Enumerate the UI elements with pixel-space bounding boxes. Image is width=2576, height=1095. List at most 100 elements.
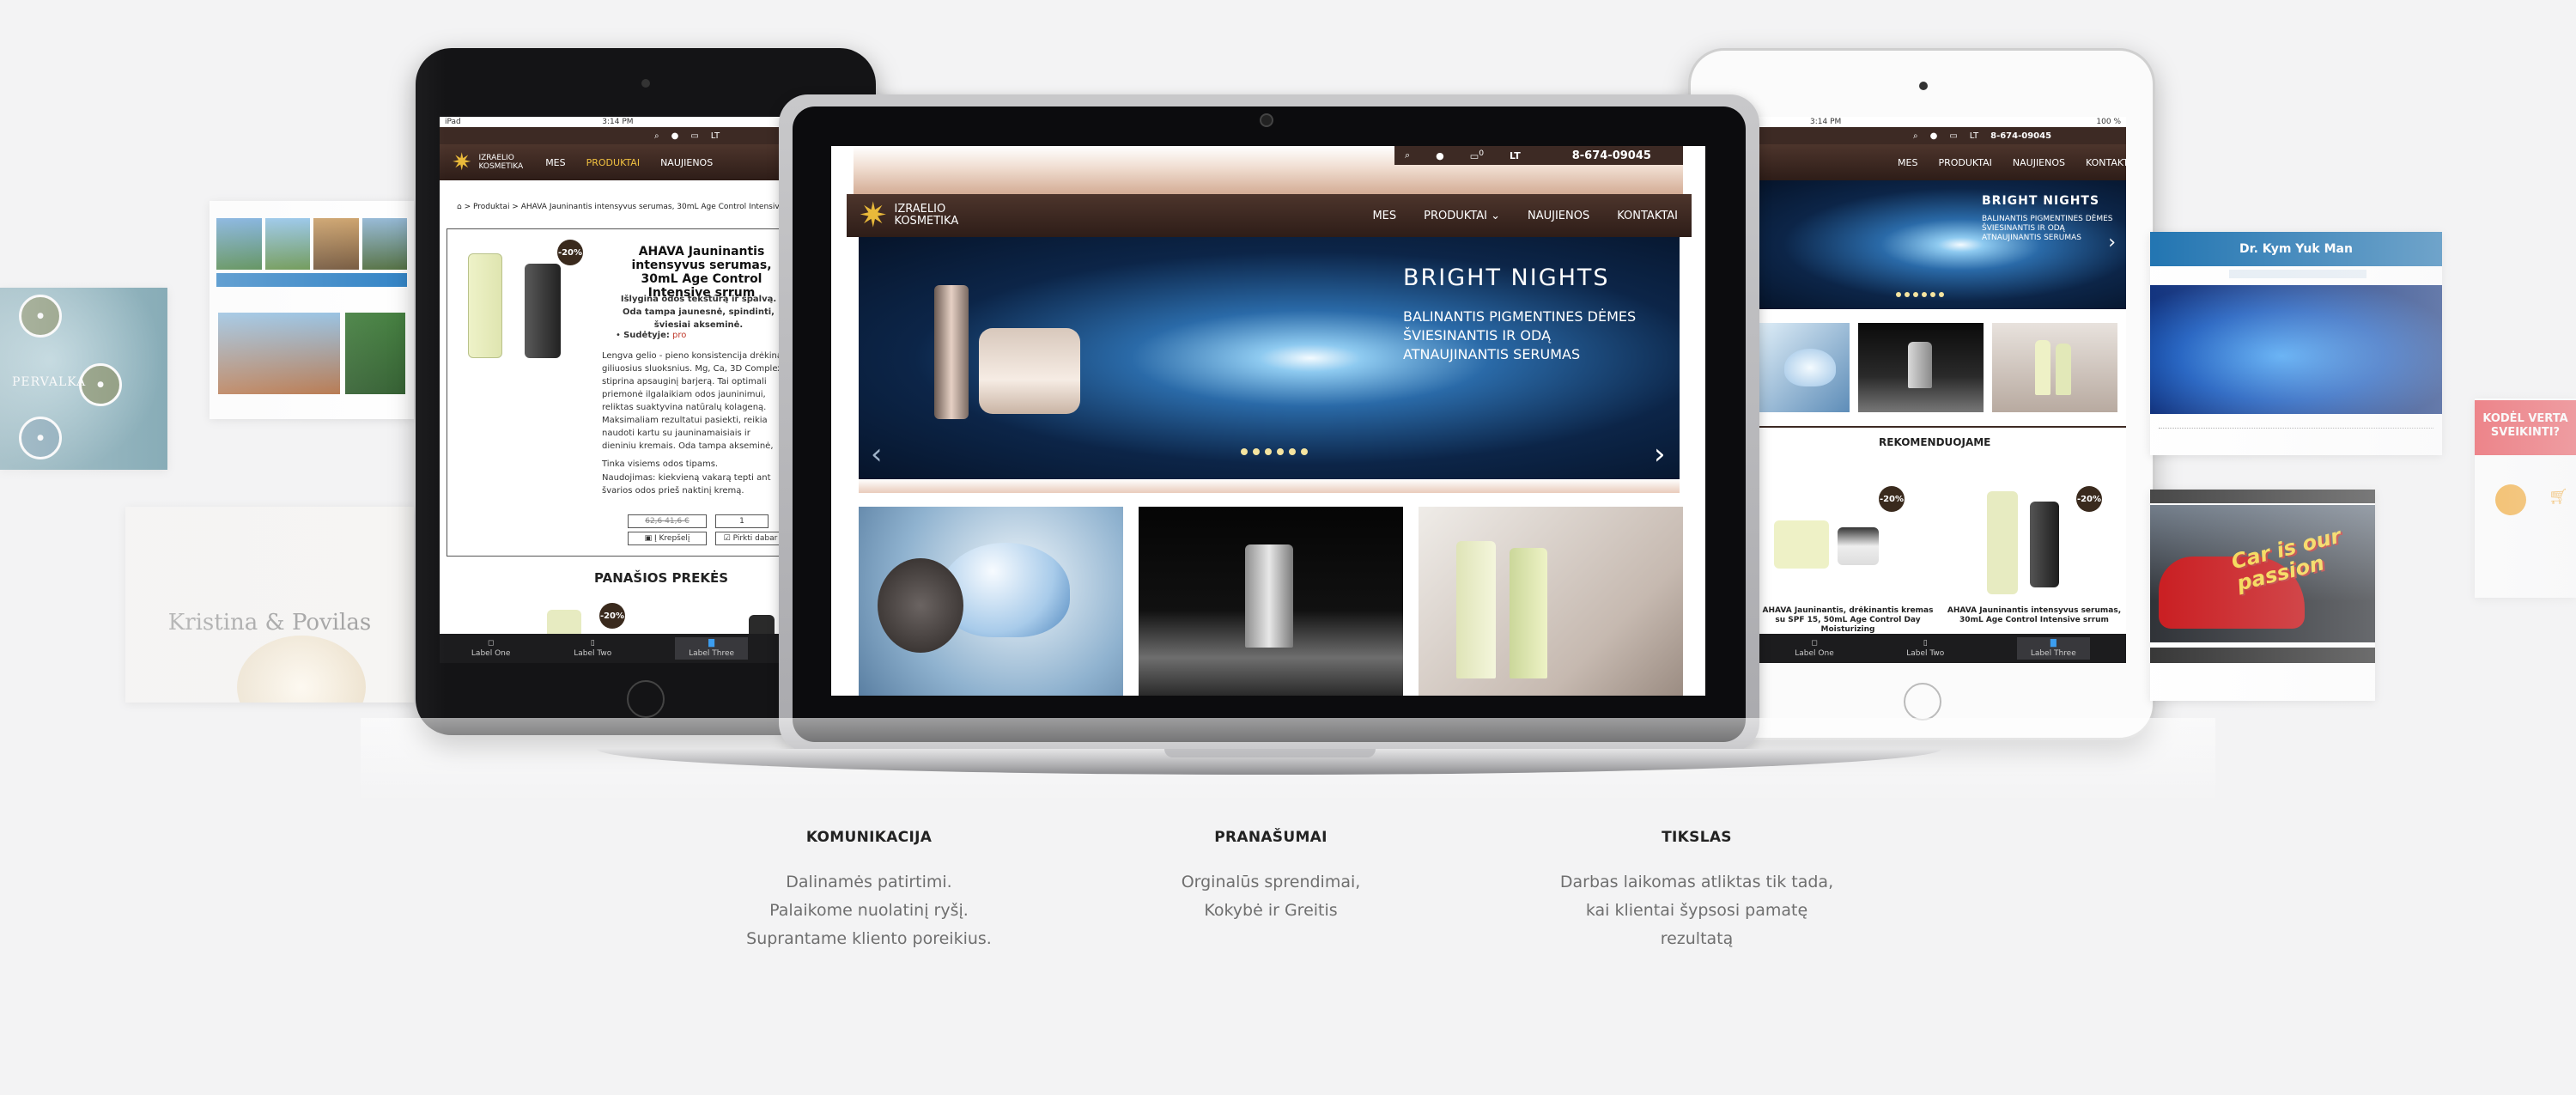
top-bar: ⌕ ● ▭0 LT 8-674-09045 bbox=[1394, 146, 1683, 165]
hero-title: BRIGHT NIGHTS bbox=[1982, 194, 2100, 208]
ipad-left-screen: iPad 3:14 PM ⌕ ● ▭ LT ✷ IZRAELIO KOSMETIK… bbox=[440, 117, 780, 663]
recommend-title: REKOMENDUOJAME bbox=[1879, 436, 1991, 448]
quantity-input[interactable]: 1 bbox=[715, 514, 769, 528]
language-switch[interactable]: LT bbox=[1510, 150, 1521, 161]
travel-photos-row-2 bbox=[218, 313, 405, 394]
car-nav bbox=[2150, 490, 2375, 503]
medical-links bbox=[2159, 428, 2433, 432]
slider-next-arrow[interactable]: › bbox=[2108, 228, 2116, 258]
ipad-left-nav: ✷ IZRAELIO KOSMETIKA MES PRODUKTAI NAUJIE… bbox=[440, 144, 780, 180]
rec-product-1-name[interactable]: AHAVA Jauninantis, drėkinantis kremas su… bbox=[1762, 606, 1934, 635]
slider-prev-arrow[interactable]: ‹ bbox=[871, 440, 883, 469]
nav-mes[interactable]: MES bbox=[1358, 210, 1410, 222]
slider-dots[interactable] bbox=[1896, 292, 1944, 297]
site-logo[interactable]: ✷ IZRAELIO KOSMETIKA bbox=[440, 150, 535, 174]
car-slogan: Car is our passion bbox=[2228, 523, 2344, 596]
travel-site-preview bbox=[210, 201, 414, 419]
user-icon[interactable]: ● bbox=[1930, 131, 1938, 141]
feature-komunikacija: KOMUNIKACIJA Dalinamės patirtimi. Palaik… bbox=[680, 829, 1058, 953]
laptop-screen: ⌕ ● ▭0 LT 8-674-09045 ✷ IZRAELIO KOSMETIK… bbox=[831, 146, 1705, 696]
rec-product-2-name[interactable]: AHAVA Jauninantis intensyvus serumas, 30… bbox=[1944, 606, 2124, 625]
rec-product-2-box bbox=[1987, 491, 2018, 594]
tab-icon: ▯ bbox=[1923, 639, 1928, 648]
tab-label-three[interactable]: ▇ Label Three bbox=[675, 637, 749, 660]
orange-badge bbox=[2495, 484, 2526, 515]
ipad-right-nav: MES PRODUKTAI NAUJIENOS KONTAKTAI bbox=[1759, 144, 2126, 180]
wedding-names: Kristina & Povilas bbox=[167, 610, 372, 636]
tube-2 bbox=[1510, 548, 1547, 678]
badge-circle: ● bbox=[19, 295, 62, 338]
search-icon[interactable]: ⌕ bbox=[1913, 131, 1918, 141]
search-icon[interactable]: ⌕ bbox=[654, 131, 659, 141]
feature-line: Orginalūs sprendimai, bbox=[1181, 873, 1361, 891]
ipad-left-tabbar: ◻ Label One ▯ Label Two ▇ Label Three bbox=[440, 634, 780, 663]
nav-naujienos[interactable]: NAUJIENOS bbox=[2002, 157, 2075, 168]
nav-produktai[interactable]: PRODUKTAI ⌄ bbox=[1410, 210, 1514, 222]
add-to-cart-button[interactable]: ▣ Į Krepšelį bbox=[628, 532, 707, 545]
feature-title: TIKSLAS bbox=[1662, 829, 1732, 846]
hero-subtitle: BALINANTIS PIGMENTINES DĖMES ŠVIESINANTIS… bbox=[1982, 215, 2113, 242]
tab-label-two[interactable]: ▯ Label Two bbox=[574, 639, 611, 658]
thumb-tubes[interactable] bbox=[1419, 507, 1683, 696]
medical-site-preview: Dr. Kym Yuk Man bbox=[2150, 232, 2442, 455]
status-time: 3:14 PM bbox=[602, 118, 634, 126]
device-label: iPad bbox=[445, 118, 461, 126]
flower-image bbox=[237, 636, 366, 703]
breadcrumb: ⌂ > Produktai > AHAVA Jauninantis intens… bbox=[457, 203, 780, 211]
thumb-jar[interactable] bbox=[1759, 323, 1850, 412]
rec-product-1-jar bbox=[1838, 527, 1879, 565]
cart-icon[interactable]: 🛒︎ bbox=[2549, 488, 2568, 506]
slider-next-arrow[interactable]: › bbox=[1654, 440, 1666, 469]
feature-line: rezultatą bbox=[1660, 929, 1734, 948]
thumb-bottle[interactable] bbox=[1858, 323, 1984, 412]
nav-mes[interactable]: MES bbox=[535, 157, 575, 168]
thumb-tubes[interactable] bbox=[1992, 323, 2117, 412]
nav-naujienos[interactable]: NAUJIENOS bbox=[1514, 210, 1603, 222]
ipad-status-bar: iPad 3:14 PM bbox=[440, 117, 780, 127]
nav-produktai[interactable]: PRODUKTAI bbox=[576, 157, 650, 168]
thumb-bottle[interactable] bbox=[1139, 507, 1403, 696]
why-title: KODĖL VERTA SVEIKINTI? bbox=[2475, 400, 2576, 455]
tab-label-one[interactable]: ◻ Label One bbox=[471, 639, 510, 658]
nav-kontaktai[interactable]: KONTAKTAI bbox=[1603, 210, 1692, 222]
ipad-right-screen: 3:14 PM 100 % ⌕ ● ▭ LT 8-674-09045 MES P… bbox=[1759, 117, 2126, 663]
phone-number: 8-674-09045 bbox=[1990, 131, 2052, 141]
related-title: PANAŠIOS PREKĖS bbox=[594, 570, 729, 586]
hero-bottom-strip bbox=[859, 479, 1680, 493]
user-icon[interactable]: ● bbox=[671, 131, 679, 141]
site-logo[interactable]: ✷ IZRAELIO KOSMETIKA bbox=[847, 198, 970, 233]
hero-cream-jar bbox=[979, 328, 1080, 414]
tab-label-two[interactable]: ▯ Label Two bbox=[1906, 639, 1944, 658]
wedding-site-preview: Kristina & Povilas bbox=[125, 507, 414, 703]
search-icon[interactable]: ⌕ bbox=[1405, 149, 1410, 161]
feature-title: PRANAŠUMAI bbox=[1214, 829, 1327, 846]
anatomy-image bbox=[2150, 285, 2442, 414]
cart-icon[interactable]: ▭ bbox=[690, 131, 698, 141]
ipad-home-button[interactable] bbox=[1904, 683, 1941, 721]
cart-icon[interactable]: ▭0 bbox=[1470, 149, 1484, 162]
cart-icon[interactable]: ▭ bbox=[1949, 131, 1957, 141]
ipad-camera bbox=[1919, 82, 1928, 90]
silver-bottle bbox=[1245, 544, 1293, 648]
nav-mes[interactable]: MES bbox=[1887, 157, 1928, 168]
home-icon[interactable]: ⌂ bbox=[457, 203, 462, 211]
tab-label-three[interactable]: ▇ Label Three bbox=[2016, 637, 2090, 660]
nav-produktai[interactable]: PRODUKTAI bbox=[1928, 157, 2002, 168]
feature-line: Dalinamės patirtimi. bbox=[786, 873, 952, 891]
slider-dots[interactable] bbox=[1241, 448, 1308, 455]
thumb-jar[interactable] bbox=[859, 507, 1123, 696]
language-switch[interactable]: LT bbox=[1970, 131, 1978, 141]
ipad-home-button[interactable] bbox=[627, 680, 665, 718]
user-icon[interactable]: ● bbox=[1436, 150, 1444, 161]
language-switch[interactable]: LT bbox=[711, 131, 720, 141]
recommend-divider bbox=[1759, 426, 2126, 428]
nav-naujienos[interactable]: NAUJIENOS bbox=[650, 157, 723, 168]
reflection bbox=[361, 718, 2215, 804]
nav-kontaktai[interactable]: KONTAKTAI bbox=[2075, 157, 2126, 168]
buy-now-button[interactable]: ☑ Pirkti dabar bbox=[715, 532, 780, 545]
ipad-right-topbar: ⌕ ● ▭ LT 8-674-09045 bbox=[1759, 127, 2126, 144]
price-box: 62,6 41,6 € bbox=[628, 514, 707, 528]
car-hero-image: Car is our passion bbox=[2150, 505, 2375, 642]
tab-icon: ◻ bbox=[1811, 639, 1818, 648]
tab-label-one[interactable]: ◻ Label One bbox=[1795, 639, 1833, 658]
